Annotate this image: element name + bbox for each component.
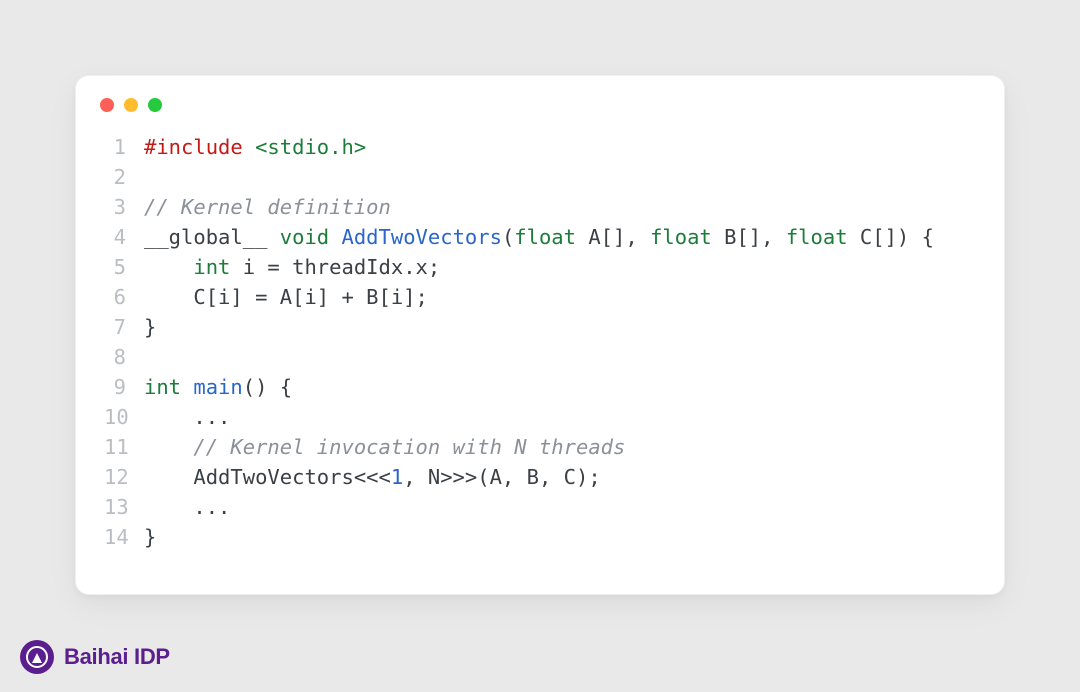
code-card: 1#include <stdio.h>23// Kernel definitio… [75,75,1005,595]
zoom-icon[interactable] [148,98,162,112]
code-content: } [144,312,156,342]
code-token: int [193,255,230,279]
code-token [181,375,193,399]
code-token: B[], [712,225,786,249]
code-line: 14} [104,522,976,552]
code-line: 2 [104,162,976,192]
code-line: 7} [104,312,976,342]
line-number: 12 [104,462,144,492]
code-block: 1#include <stdio.h>23// Kernel definitio… [104,132,976,552]
code-line: 3// Kernel definition [104,192,976,222]
code-content: // Kernel invocation with N threads [144,432,625,462]
code-line: 4__global__ void AddTwoVectors(float A[]… [104,222,976,252]
code-token: C[i] = A[i] + B[i]; [144,285,428,309]
code-token: ( [502,225,514,249]
code-token: C[]) { [848,225,934,249]
code-token [329,225,341,249]
code-content: C[i] = A[i] + B[i]; [144,282,428,312]
code-token: main [193,375,242,399]
code-token: float [514,225,576,249]
code-token: <stdio.h> [255,135,366,159]
code-content: ... [144,492,230,522]
code-content: // Kernel definition [144,192,391,222]
code-token: void [280,225,329,249]
code-line: 10 ... [104,402,976,432]
code-token: , N>>>(A, B, C); [403,465,600,489]
line-number: 3 [104,192,144,222]
window-traffic-lights [100,98,976,112]
code-token: int [144,375,181,399]
code-token: 1 [391,465,403,489]
code-token [144,255,193,279]
code-token: float [650,225,712,249]
line-number: 1 [104,132,144,162]
minimize-icon[interactable] [124,98,138,112]
line-number: 10 [104,402,144,432]
code-token: } [144,315,156,339]
code-line: 12 AddTwoVectors<<<1, N>>>(A, B, C); [104,462,976,492]
code-line: 8 [104,342,976,372]
code-token: float [786,225,848,249]
code-content: int i = threadIdx.x; [144,252,440,282]
code-token [243,135,255,159]
code-content: ... [144,402,230,432]
code-content: } [144,522,156,552]
code-token: // Kernel invocation with N threads [193,435,625,459]
line-number: 5 [104,252,144,282]
line-number: 4 [104,222,144,252]
code-token: } [144,525,156,549]
brand-logo-icon [20,640,54,674]
line-number: 7 [104,312,144,342]
brand-footer: Baihai IDP [20,640,170,674]
line-number: 11 [104,432,144,462]
code-content: int main() { [144,372,292,402]
line-number: 6 [104,282,144,312]
line-number: 8 [104,342,144,372]
code-token: ... [144,405,230,429]
code-token: AddTwoVectors [341,225,501,249]
line-number: 9 [104,372,144,402]
line-number: 14 [104,522,144,552]
code-token: // Kernel definition [144,195,391,219]
brand-name: Baihai IDP [64,644,170,670]
line-number: 2 [104,162,144,192]
code-token: __global__ [144,225,280,249]
code-line: 9int main() { [104,372,976,402]
code-line: 13 ... [104,492,976,522]
close-icon[interactable] [100,98,114,112]
code-line: 1#include <stdio.h> [104,132,976,162]
code-line: 5 int i = threadIdx.x; [104,252,976,282]
code-content: AddTwoVectors<<<1, N>>>(A, B, C); [144,462,601,492]
code-content: __global__ void AddTwoVectors(float A[],… [144,222,934,252]
code-token: i = threadIdx.x; [230,255,440,279]
code-token: AddTwoVectors<<< [144,465,391,489]
code-token: ... [144,495,230,519]
code-content: #include <stdio.h> [144,132,366,162]
code-token: A[], [576,225,650,249]
code-token: #include [144,135,243,159]
line-number: 13 [104,492,144,522]
code-token: () { [243,375,292,399]
code-line: 6 C[i] = A[i] + B[i]; [104,282,976,312]
code-token [144,435,193,459]
code-line: 11 // Kernel invocation with N threads [104,432,976,462]
